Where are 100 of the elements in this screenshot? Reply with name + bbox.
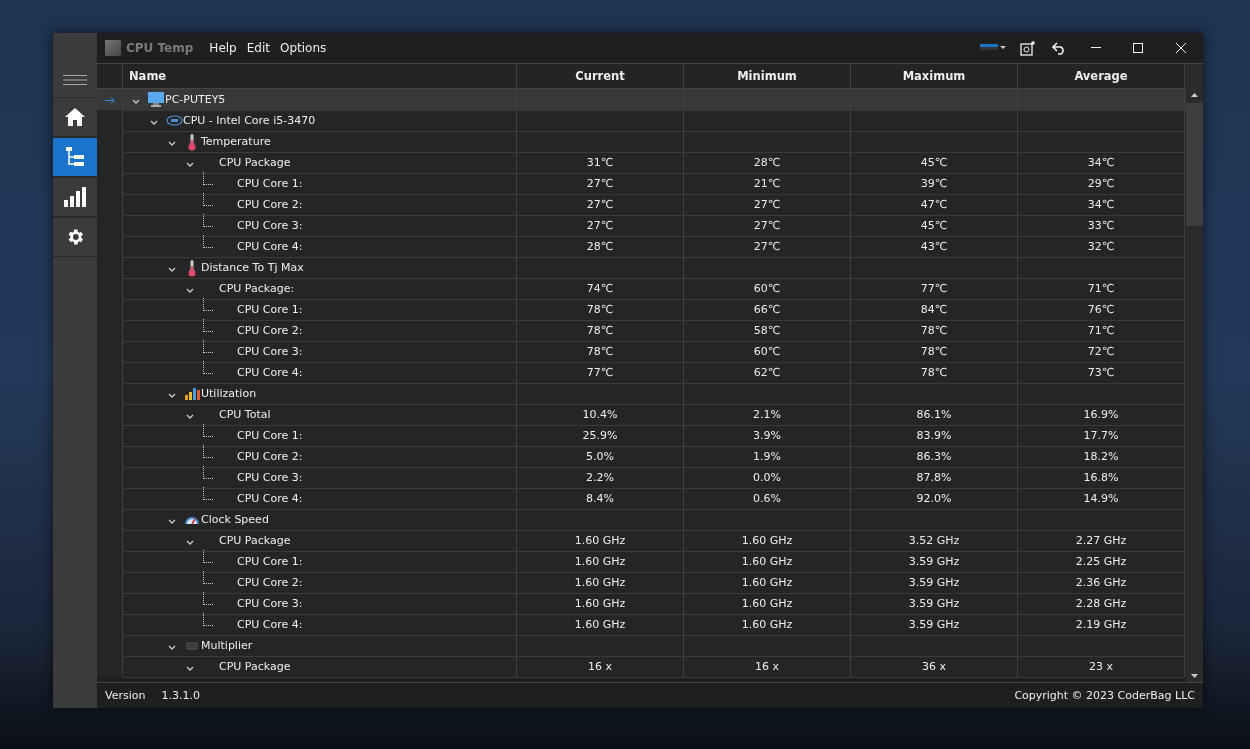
monitor-icon bbox=[148, 92, 164, 107]
tree-row[interactable]: Multiplier bbox=[97, 635, 1186, 656]
scrollbar-thumb[interactable] bbox=[1186, 103, 1203, 226]
tree-row[interactable]: Utilization bbox=[97, 383, 1186, 404]
node-label: CPU Core 3: bbox=[237, 345, 303, 358]
tree-connector bbox=[203, 487, 213, 500]
home-icon bbox=[65, 108, 85, 126]
expand-caret-icon[interactable] bbox=[168, 393, 176, 399]
undo-icon bbox=[1051, 41, 1067, 55]
menu-item[interactable]: Help bbox=[204, 41, 242, 55]
tree-connector bbox=[203, 193, 213, 206]
expand-caret-icon[interactable] bbox=[168, 267, 176, 273]
menu-item[interactable]: Options bbox=[274, 41, 332, 55]
node-label: Clock Speed bbox=[201, 513, 269, 526]
tree-connector bbox=[203, 319, 213, 332]
tree-connector bbox=[203, 466, 213, 479]
expand-caret-icon[interactable] bbox=[186, 414, 194, 420]
tree-row[interactable]: CPU Total 10.4% 2.1% 86.1% 16.9% bbox=[97, 404, 1186, 425]
tree-row[interactable]: CPU Package 16 x 16 x 36 x 23 x bbox=[97, 656, 1186, 677]
tree-row[interactable]: CPU Core 2: 78℃ 58℃ 78℃ 71℃ bbox=[97, 320, 1186, 341]
thermometer-icon bbox=[188, 132, 196, 151]
node-label: CPU Package bbox=[219, 534, 291, 547]
tree-row[interactable]: Distance To Tj Max bbox=[97, 257, 1186, 278]
menu-item[interactable]: Edit bbox=[241, 41, 275, 55]
tree-connector bbox=[203, 235, 213, 248]
scrollbar[interactable] bbox=[1186, 64, 1203, 682]
tree-connector bbox=[203, 424, 213, 437]
tree-row[interactable]: CPU Core 4: 28℃ 27℃ 43℃ 32℃ bbox=[97, 236, 1186, 257]
column-header[interactable]: Minimum bbox=[684, 64, 851, 88]
expand-caret-icon[interactable] bbox=[168, 645, 176, 651]
thermometer-icon bbox=[188, 258, 196, 277]
expand-caret-icon[interactable] bbox=[186, 666, 194, 672]
node-label: CPU Core 1: bbox=[237, 555, 303, 568]
chip-icon bbox=[184, 640, 200, 651]
tree-row[interactable]: Temperature bbox=[97, 131, 1186, 152]
value-cell: 16 x bbox=[517, 656, 684, 678]
column-header[interactable]: Name bbox=[123, 64, 517, 88]
tree-row[interactable]: CPU Core 3: 1.60 GHz 1.60 GHz 3.59 GHz 2.28 GHz bbox=[97, 593, 1186, 614]
tree-row[interactable]: CPU Core 4: 8.4% 0.6% 92.0% 14.9% bbox=[97, 488, 1186, 509]
tree-connector bbox=[203, 592, 213, 605]
node-label: Distance To Tj Max bbox=[201, 261, 304, 274]
tree-row[interactable]: CPU Core 1: 27℃ 21℃ 39℃ 29℃ bbox=[97, 173, 1186, 194]
expand-caret-icon[interactable] bbox=[186, 288, 194, 294]
column-header[interactable]: Average bbox=[1018, 64, 1185, 88]
tree-row[interactable]: CPU Package 1.60 GHz 1.60 GHz 3.52 GHz 2.27 GHz bbox=[97, 530, 1186, 551]
tree-connector bbox=[203, 550, 213, 563]
node-label: CPU Core 4: bbox=[237, 366, 303, 379]
tree-connector bbox=[203, 214, 213, 227]
node-label: CPU Core 2: bbox=[237, 198, 303, 211]
tree-row[interactable]: CPU Core 4: 1.60 GHz 1.60 GHz 3.59 GHz 2.19 GHz bbox=[97, 614, 1186, 635]
tree-row[interactable]: CPU Core 1: 25.9% 3.9% 83.9% 17.7% bbox=[97, 425, 1186, 446]
minimize-icon bbox=[1091, 47, 1101, 49]
tree-row[interactable]: CPU Core 2: 1.60 GHz 1.60 GHz 3.59 GHz 2.36 GHz bbox=[97, 572, 1186, 593]
column-header[interactable]: Current bbox=[517, 64, 684, 88]
expand-caret-icon[interactable] bbox=[186, 162, 194, 168]
tree-row[interactable]: CPU Core 4: 77℃ 62℃ 78℃ 73℃ bbox=[97, 362, 1186, 383]
tree-row[interactable]: CPU - Intel Core i5-3470 bbox=[97, 110, 1186, 131]
node-label: CPU Core 4: bbox=[237, 618, 303, 631]
tree-row[interactable]: CPU Core 1: 1.60 GHz 1.60 GHz 3.59 GHz 2.25 GHz bbox=[97, 551, 1186, 572]
tree-row[interactable]: CPU Core 1: 78℃ 66℃ 84℃ 76℃ bbox=[97, 299, 1186, 320]
expand-caret-icon[interactable] bbox=[150, 120, 158, 126]
tree-row[interactable]: CPU Package: 74℃ 60℃ 77℃ 71℃ bbox=[97, 278, 1186, 299]
tree-row[interactable]: PC-PUTEY5 bbox=[97, 89, 1186, 110]
tree-connector bbox=[203, 613, 213, 626]
expand-caret-icon[interactable] bbox=[168, 519, 176, 525]
node-label: CPU Total bbox=[219, 408, 271, 421]
close-icon bbox=[1176, 43, 1186, 53]
tree-connector bbox=[203, 172, 213, 185]
window-title: CPU Temp bbox=[126, 41, 194, 55]
color-swatch-caret-icon bbox=[980, 44, 1006, 52]
node-label: CPU Core 4: bbox=[237, 240, 303, 253]
expand-caret-icon[interactable] bbox=[186, 540, 194, 546]
tree-row[interactable]: CPU Core 2: 5.0% 1.9% 86.3% 18.2% bbox=[97, 446, 1186, 467]
version-number: 1.3.1.0 bbox=[161, 689, 200, 702]
node-label: CPU Core 1: bbox=[237, 429, 303, 442]
node-label: CPU - Intel Core i5-3470 bbox=[183, 114, 316, 127]
chip-logo-icon bbox=[165, 115, 183, 126]
tree-row[interactable]: CPU Core 3: 78℃ 60℃ 78℃ 72℃ bbox=[97, 341, 1186, 362]
menu-icon[interactable] bbox=[63, 75, 87, 85]
node-label: CPU Core 2: bbox=[237, 324, 303, 337]
node-label: PC-PUTEY5 bbox=[165, 93, 226, 106]
bar-chart-icon bbox=[64, 187, 86, 207]
column-header[interactable]: Maximum bbox=[851, 64, 1018, 88]
tree-row[interactable]: CPU Core 3: 27℃ 27℃ 45℃ 33℃ bbox=[97, 215, 1186, 236]
value-cell: 16 x bbox=[684, 656, 851, 678]
node-label: CPU Package bbox=[219, 156, 291, 169]
tree-row[interactable]: CPU Core 2: 27℃ 27℃ 47℃ 34℃ bbox=[97, 194, 1186, 215]
tree-row[interactable]: CPU Core 3: 2.2% 0.0% 87.8% 16.8% bbox=[97, 467, 1186, 488]
sidebar-button[interactable] bbox=[53, 137, 97, 177]
node-label: CPU Core 3: bbox=[237, 471, 303, 484]
node-label: CPU Core 3: bbox=[237, 219, 303, 232]
maximize-icon bbox=[1133, 43, 1143, 53]
tree-connector bbox=[203, 340, 213, 353]
expand-caret-icon[interactable] bbox=[132, 99, 140, 105]
tree-row[interactable]: Clock Speed bbox=[97, 509, 1186, 530]
current-row-arrow-icon bbox=[104, 96, 115, 104]
tree-row[interactable]: CPU Package 31℃ 28℃ 45℃ 34℃ bbox=[97, 152, 1186, 173]
node-label: CPU Core 4: bbox=[237, 492, 303, 505]
app-logo-icon bbox=[105, 40, 121, 56]
expand-caret-icon[interactable] bbox=[168, 141, 176, 147]
